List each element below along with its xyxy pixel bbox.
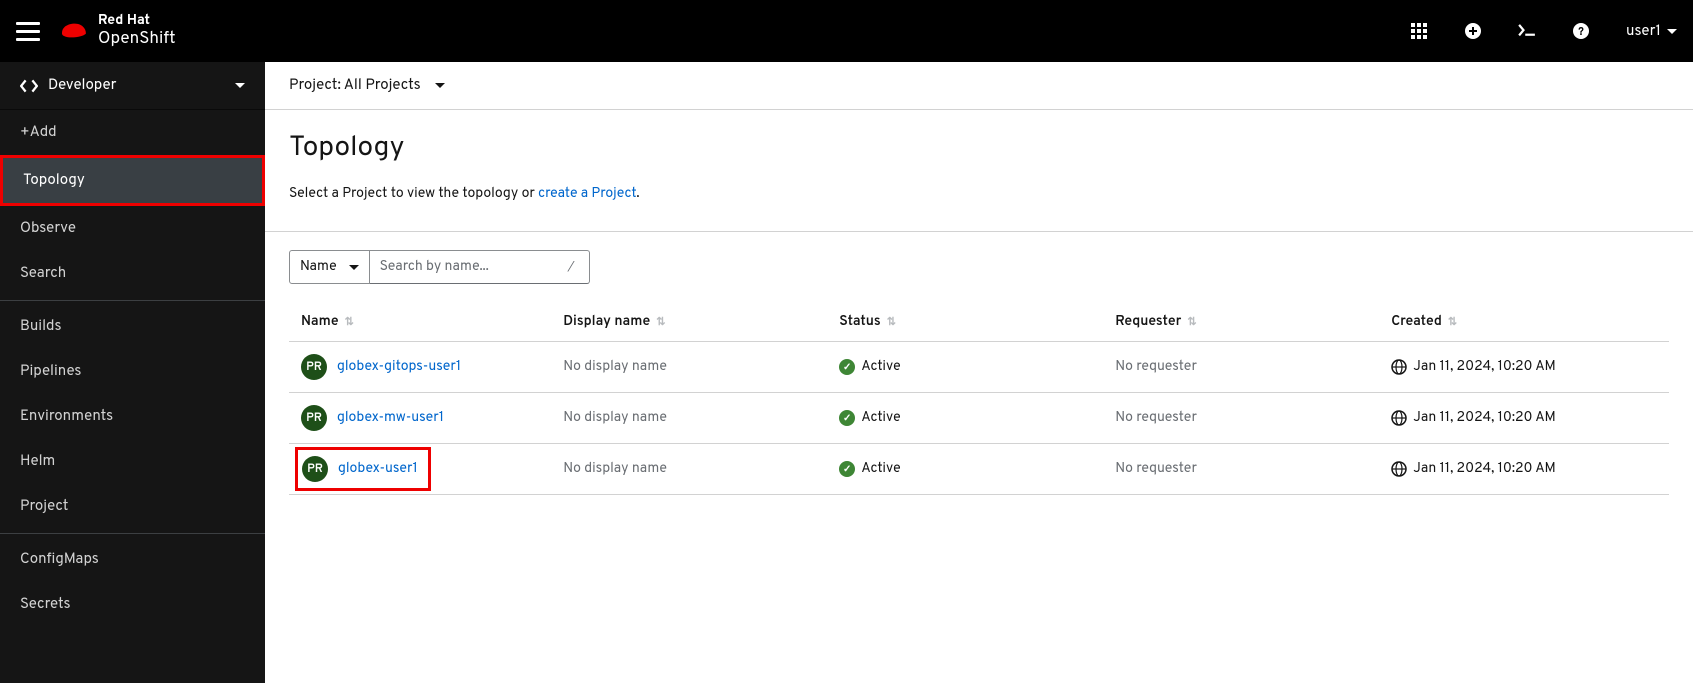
col-name-header[interactable]: Name⇅ — [289, 304, 551, 342]
project-badge: PR — [302, 456, 328, 482]
nav-item-search[interactable]: Search — [0, 251, 265, 296]
redhat-hat-icon — [58, 20, 88, 42]
status-label: Active — [861, 359, 900, 376]
filter-attribute-label: Name — [300, 259, 337, 276]
col-requester-header[interactable]: Requester⇅ — [1103, 304, 1379, 342]
created-cell: Jan 11, 2024, 10:20 AM — [1391, 461, 1657, 478]
globe-icon — [1391, 410, 1407, 426]
created-cell: Jan 11, 2024, 10:20 AM — [1391, 410, 1657, 427]
sidebar: Developer +AddTopologyObserveSearchBuild… — [0, 62, 265, 683]
help-icon[interactable]: ? — [1572, 22, 1590, 40]
requester-cell: No requester — [1103, 342, 1379, 393]
project-name-cell: PR globex-mw-user1 — [301, 405, 539, 431]
project-link[interactable]: globex-gitops-user1 — [337, 359, 461, 376]
main-content: Project: All Projects Topology Select a … — [265, 62, 1693, 683]
nav-item-project[interactable]: Project — [0, 484, 265, 529]
created-label: Jan 11, 2024, 10:20 AM — [1413, 461, 1556, 478]
project-badge: PR — [301, 354, 327, 380]
project-selector[interactable]: Project: All Projects — [265, 62, 1693, 110]
nav-item-builds[interactable]: Builds — [0, 300, 265, 349]
perspective-label: Developer — [48, 76, 117, 95]
table-row: PR globex-gitops-user1 No display name ✓ Act… — [289, 342, 1669, 393]
username-label: user1 — [1626, 22, 1661, 41]
app-launcher-icon[interactable] — [1410, 22, 1428, 40]
table-row: PR globex-user1 No display name ✓ Active No r… — [289, 444, 1669, 495]
brand-text: Red Hat OpenShift — [98, 15, 176, 48]
status-label: Active — [861, 461, 900, 478]
nav-item-environments[interactable]: Environments — [0, 394, 265, 439]
display-name-cell: No display name — [551, 444, 827, 495]
project-label: Project: All Projects — [289, 76, 421, 95]
page-header: Topology Select a Project to view the to… — [265, 110, 1693, 232]
help-text: Select a Project to view the topology or… — [289, 186, 1669, 203]
user-menu[interactable]: user1 — [1626, 22, 1677, 41]
brand-bot: OpenShift — [98, 31, 176, 48]
globe-icon — [1391, 461, 1407, 477]
requester-cell: No requester — [1103, 444, 1379, 495]
sort-icon: ⇅ — [887, 316, 896, 330]
project-name-cell: PR globex-gitops-user1 — [301, 354, 539, 380]
created-cell: Jan 11, 2024, 10:20 AM — [1391, 359, 1657, 376]
nav-item-helm[interactable]: Helm — [0, 439, 265, 484]
caret-down-icon — [235, 83, 245, 88]
sort-icon: ⇅ — [345, 316, 354, 330]
nav-item--add[interactable]: +Add — [0, 110, 265, 155]
nav-item-topology[interactable]: Topology — [0, 155, 265, 206]
sort-icon: ⇅ — [656, 316, 665, 330]
search-input[interactable] — [370, 250, 590, 284]
nav-list: +AddTopologyObserveSearchBuildsPipelines… — [0, 110, 265, 627]
sort-icon: ⇅ — [1187, 316, 1196, 330]
caret-down-icon — [1667, 29, 1677, 34]
project-link[interactable]: globex-mw-user1 — [337, 410, 444, 427]
project-name-cell: PR globex-user1 — [295, 447, 431, 491]
col-display-header[interactable]: Display name⇅ — [551, 304, 827, 342]
masthead: Red Hat OpenShift ? user1 — [0, 0, 1693, 62]
project-link[interactable]: globex-user1 — [338, 461, 418, 478]
page-body: Developer +AddTopologyObserveSearchBuild… — [0, 62, 1693, 683]
status-cell: ✓ Active — [839, 461, 1091, 478]
sort-icon: ⇅ — [1448, 316, 1457, 330]
status-cell: ✓ Active — [839, 359, 1091, 376]
filter-toolbar: Name / — [265, 232, 1693, 294]
display-name-cell: No display name — [551, 393, 827, 444]
masthead-right: ? user1 — [1410, 22, 1677, 41]
table-body: PR globex-gitops-user1 No display name ✓ Act… — [289, 342, 1669, 495]
col-status-header[interactable]: Status⇅ — [827, 304, 1103, 342]
created-label: Jan 11, 2024, 10:20 AM — [1413, 359, 1556, 376]
brand-top: Red Hat — [98, 15, 176, 29]
status-ok-icon: ✓ — [839, 410, 855, 426]
nav-toggle-button[interactable] — [16, 19, 40, 43]
filter-attribute-dropdown[interactable]: Name — [289, 250, 370, 284]
table-header-row: Name⇅ Display name⇅ Status⇅ Requester⇅ C… — [289, 304, 1669, 342]
status-ok-icon: ✓ — [839, 461, 855, 477]
nav-item-observe[interactable]: Observe — [0, 206, 265, 251]
project-badge: PR — [301, 405, 327, 431]
brand-logo[interactable]: Red Hat OpenShift — [58, 15, 176, 48]
svg-text:?: ? — [1578, 26, 1584, 39]
status-cell: ✓ Active — [839, 410, 1091, 427]
status-label: Active — [861, 410, 900, 427]
nav-item-pipelines[interactable]: Pipelines — [0, 349, 265, 394]
created-label: Jan 11, 2024, 10:20 AM — [1413, 410, 1556, 427]
table-row: PR globex-mw-user1 No display name ✓ Active N… — [289, 393, 1669, 444]
page-title: Topology — [289, 130, 1669, 166]
perspective-switcher[interactable]: Developer — [0, 62, 265, 110]
col-created-header[interactable]: Created⇅ — [1379, 304, 1669, 342]
add-icon[interactable] — [1464, 22, 1482, 40]
caret-down-icon — [349, 265, 359, 270]
nav-item-secrets[interactable]: Secrets — [0, 582, 265, 627]
globe-icon — [1391, 359, 1407, 375]
display-name-cell: No display name — [551, 342, 827, 393]
nav-item-configmaps[interactable]: ConfigMaps — [0, 533, 265, 582]
projects-table: Name⇅ Display name⇅ Status⇅ Requester⇅ C… — [289, 304, 1669, 495]
caret-down-icon — [435, 83, 445, 88]
terminal-icon[interactable] — [1518, 22, 1536, 40]
code-icon — [20, 77, 38, 95]
requester-cell: No requester — [1103, 393, 1379, 444]
masthead-left: Red Hat OpenShift — [16, 15, 176, 48]
create-project-link[interactable]: create a Project — [538, 186, 636, 203]
status-ok-icon: ✓ — [839, 359, 855, 375]
